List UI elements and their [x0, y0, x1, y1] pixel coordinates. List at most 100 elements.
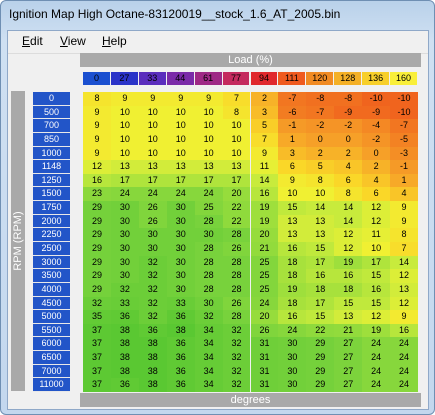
map-cell[interactable]: 25 — [194, 201, 223, 215]
map-cell[interactable]: 24 — [138, 187, 167, 202]
map-cell[interactable]: 8 — [390, 228, 418, 242]
map-cell[interactable]: 18 — [278, 296, 307, 311]
map-cell[interactable]: 12 — [362, 310, 391, 324]
map-cell[interactable]: 30 — [194, 228, 223, 242]
map-cell[interactable]: 13 — [138, 160, 167, 174]
map-cell[interactable]: 13 — [278, 228, 307, 242]
map-cell[interactable]: 17 — [110, 173, 139, 188]
map-cell[interactable]: 32 — [138, 255, 167, 270]
map-cell[interactable]: 24 — [362, 364, 391, 379]
map-cell[interactable]: 18 — [278, 255, 307, 270]
map-cell[interactable]: 30 — [110, 269, 139, 283]
map-cell[interactable]: 38 — [138, 364, 167, 379]
map-cell[interactable]: 30 — [278, 364, 307, 379]
map-cell[interactable]: -5 — [390, 132, 418, 147]
map-cell[interactable]: 1 — [390, 173, 418, 188]
map-cell[interactable]: 13 — [306, 214, 335, 229]
map-cell[interactable]: 2 — [334, 146, 363, 161]
map-cell[interactable]: 36 — [166, 364, 195, 379]
map-cell[interactable]: 34 — [194, 364, 223, 379]
map-cell[interactable]: -9 — [334, 105, 363, 120]
map-cell[interactable]: 7 — [222, 92, 251, 106]
map-cell[interactable]: 17 — [222, 173, 251, 188]
map-cell[interactable]: 30 — [138, 228, 167, 242]
map-cell[interactable]: 29 — [83, 201, 111, 215]
map-cell[interactable]: 27 — [334, 378, 363, 392]
map-cell[interactable]: 24 — [390, 378, 418, 392]
map-cell[interactable]: 12 — [390, 296, 418, 311]
map-cell[interactable]: 32 — [222, 351, 251, 365]
map-cell[interactable]: 8 — [83, 92, 111, 106]
title-bar[interactable]: Ignition Map High Octane-83120019__stock… — [1, 1, 434, 29]
map-cell[interactable]: 33 — [110, 296, 139, 311]
map-cell[interactable]: 13 — [166, 160, 195, 174]
map-cell[interactable]: 32 — [138, 296, 167, 311]
map-cell[interactable]: 10 — [222, 119, 251, 133]
map-cell[interactable]: 15 — [306, 242, 335, 256]
map-cell[interactable]: 10 — [166, 119, 195, 133]
map-cell[interactable]: 10 — [194, 132, 223, 147]
map-cell[interactable]: 10 — [138, 105, 167, 120]
map-cell[interactable]: 17 — [166, 173, 195, 188]
map-cell[interactable]: 30 — [110, 214, 139, 229]
map-cell[interactable]: 4 — [334, 160, 363, 174]
map-cell[interactable]: 16 — [362, 282, 391, 297]
map-cell[interactable]: 12 — [362, 201, 391, 215]
map-cell[interactable]: 32 — [83, 296, 111, 311]
map-cell[interactable]: 0 — [334, 132, 363, 147]
map-cell[interactable]: 18 — [306, 282, 335, 297]
map-cell[interactable]: 13 — [110, 160, 139, 174]
map-cell[interactable]: 5 — [250, 119, 279, 133]
map-cell[interactable]: 32 — [138, 269, 167, 283]
map-cell[interactable]: 24 — [194, 187, 223, 202]
map-cell[interactable]: 29 — [306, 337, 335, 352]
map-cell[interactable]: 29 — [83, 282, 111, 297]
map-cell[interactable]: 10 — [194, 146, 223, 161]
map-cell[interactable]: 12 — [362, 214, 391, 229]
map-cell[interactable]: 3 — [278, 146, 307, 161]
map-cell[interactable]: 10 — [110, 105, 139, 120]
map-cell[interactable]: 30 — [110, 201, 139, 215]
map-cell[interactable]: 11 — [362, 228, 391, 242]
map-cell[interactable]: -7 — [278, 92, 307, 106]
map-cell[interactable]: 29 — [83, 214, 111, 229]
map-cell[interactable]: 28 — [222, 255, 251, 270]
map-cell[interactable]: 31 — [250, 364, 279, 379]
map-cell[interactable]: 7 — [250, 132, 279, 147]
map-cell[interactable]: 28 — [222, 282, 251, 297]
map-cell[interactable]: 26 — [138, 201, 167, 215]
map-cell[interactable]: 16 — [390, 323, 418, 338]
map-cell[interactable]: 28 — [194, 242, 223, 256]
map-cell[interactable]: 22 — [306, 323, 335, 338]
map-cell[interactable]: -1 — [278, 119, 307, 133]
map-cell[interactable]: 10 — [138, 146, 167, 161]
map-cell[interactable]: 38 — [138, 378, 167, 392]
map-cell[interactable]: 20 — [250, 310, 279, 324]
map-cell[interactable]: 19 — [250, 201, 279, 215]
map-cell[interactable]: 32 — [222, 364, 251, 379]
menu-help[interactable]: Help — [102, 34, 127, 48]
map-cell[interactable]: 30 — [278, 378, 307, 392]
map-cell[interactable]: 16 — [278, 242, 307, 256]
map-cell[interactable]: 25 — [250, 255, 279, 270]
map-cell[interactable]: 3 — [250, 105, 279, 120]
map-cell[interactable]: 17 — [362, 255, 391, 270]
map-cell[interactable]: 30 — [166, 242, 195, 256]
map-cell[interactable]: 30 — [110, 242, 139, 256]
map-cell[interactable]: 24 — [278, 323, 307, 338]
map-cell[interactable]: 9 — [390, 201, 418, 215]
map-cell[interactable]: 10 — [138, 119, 167, 133]
map-cell[interactable]: 14 — [250, 173, 279, 188]
map-cell[interactable]: 24 — [362, 378, 391, 392]
map-cell[interactable]: 15 — [362, 296, 391, 311]
map-cell[interactable]: 29 — [83, 242, 111, 256]
map-cell[interactable]: 36 — [110, 378, 139, 392]
map-cell[interactable]: -7 — [306, 105, 335, 120]
map-cell[interactable]: 32 — [138, 282, 167, 297]
map-cell[interactable]: 13 — [390, 282, 418, 297]
map-cell[interactable]: 0 — [362, 146, 391, 161]
map-cell[interactable]: 10 — [110, 132, 139, 147]
map-cell[interactable]: 16 — [306, 269, 335, 283]
map-cell[interactable]: 28 — [222, 228, 251, 242]
map-cell[interactable]: 29 — [83, 269, 111, 283]
